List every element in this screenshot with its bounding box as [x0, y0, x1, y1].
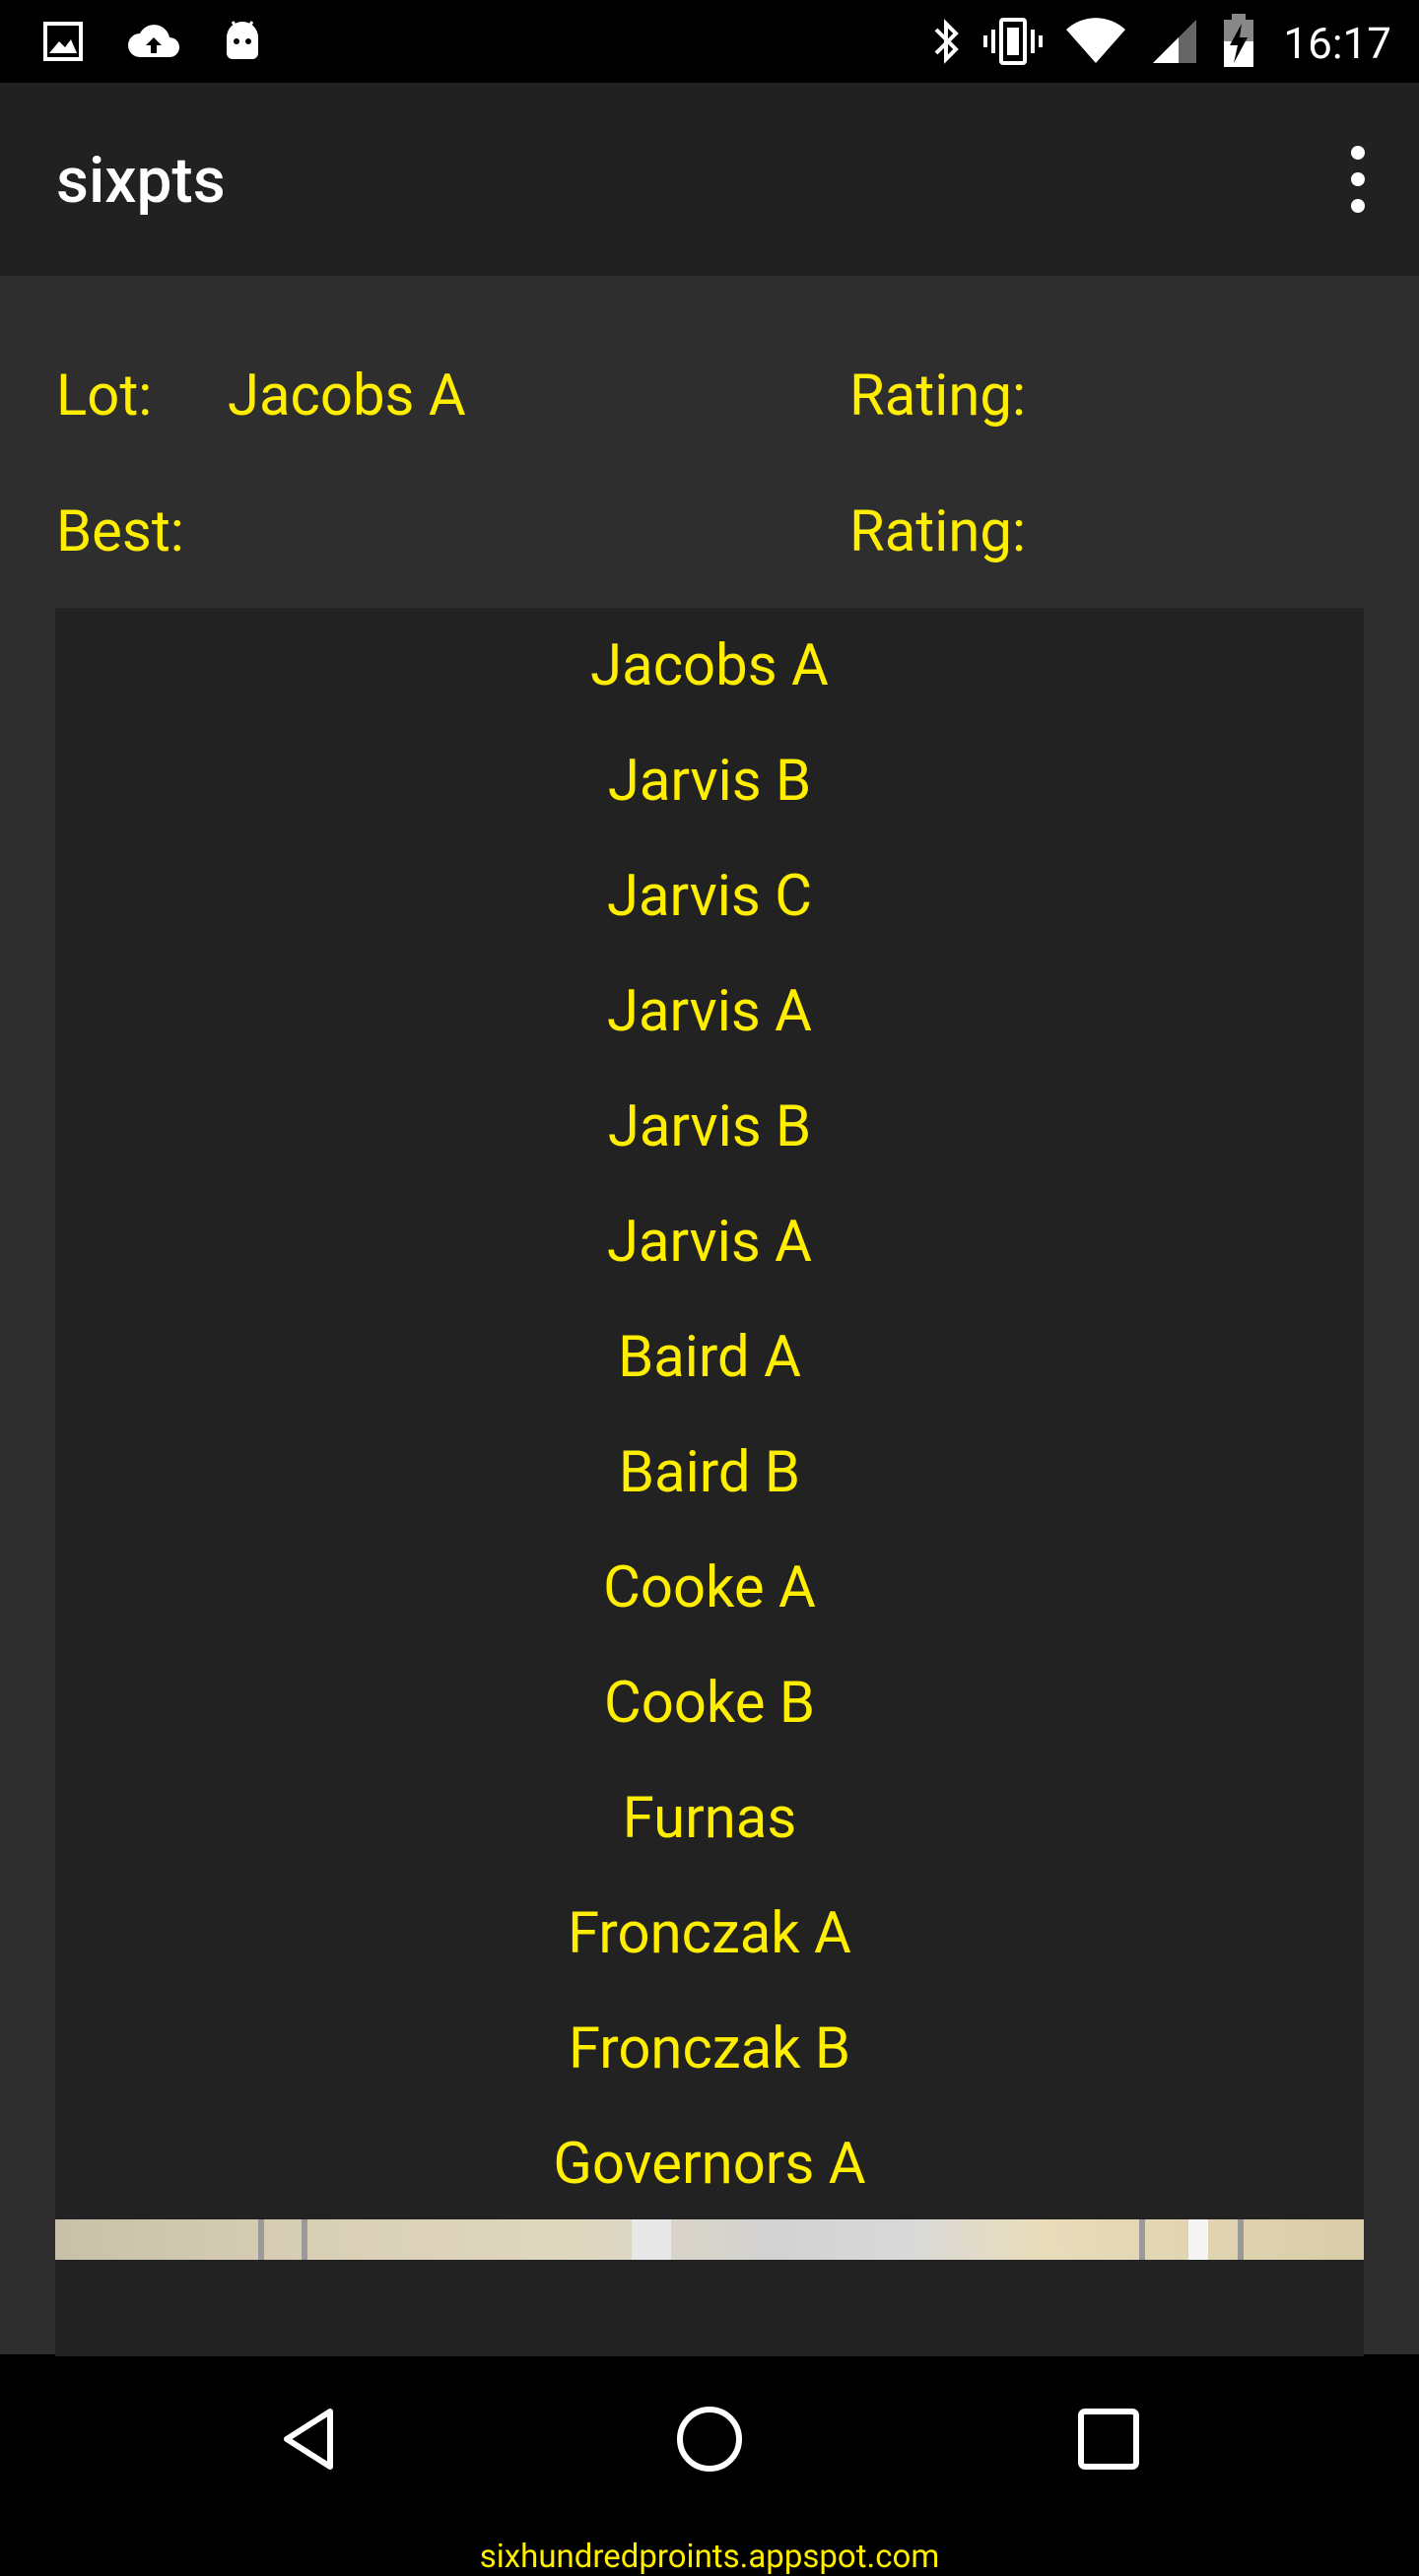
cell-signal-icon — [1149, 16, 1200, 71]
vibrate-icon — [983, 16, 1044, 71]
list-item[interactable]: Baird A — [55, 1299, 1364, 1415]
list-item[interactable]: Furnas — [55, 1760, 1364, 1876]
recents-icon[interactable] — [1069, 2400, 1148, 2478]
nav-bar — [0, 2356, 1419, 2522]
image-icon — [39, 18, 87, 69]
lot-label: Lot: — [56, 363, 153, 429]
best-rating-label: Rating: — [849, 498, 1027, 565]
list-item[interactable]: Jarvis A — [55, 954, 1364, 1069]
list-item[interactable]: Baird B — [55, 1415, 1364, 1530]
app-title: sixpts — [56, 144, 226, 218]
wifi-icon — [1064, 16, 1127, 71]
list-item[interactable]: Jarvis B — [55, 723, 1364, 838]
best-label: Best: — [56, 498, 184, 565]
battery-charging-icon — [1222, 14, 1255, 73]
list-item[interactable]: Governors A — [55, 2106, 1364, 2221]
map-view[interactable] — [55, 2219, 1364, 2260]
lot-row: Lot: Jacobs A Rating: — [56, 363, 1367, 441]
lot-list[interactable]: Jacobs A Jarvis B Jarvis C Jarvis A Jarv… — [55, 608, 1364, 2494]
lot-value: Jacobs A — [228, 363, 466, 429]
status-bar: 16:17 — [0, 0, 1419, 83]
back-icon[interactable] — [271, 2400, 350, 2478]
android-icon — [221, 18, 264, 69]
list-item[interactable]: Fronczak B — [55, 1991, 1364, 2106]
list-item[interactable]: Jarvis A — [55, 1184, 1364, 1299]
app-bar: sixpts — [0, 83, 1419, 276]
list-item[interactable]: Cooke A — [55, 1530, 1364, 1645]
main-content: Lot: Jacobs A Rating: Best: Rating: Jaco… — [0, 276, 1419, 2576]
home-icon[interactable] — [670, 2400, 749, 2478]
list-item[interactable]: Cooke B — [55, 1645, 1364, 1760]
status-time: 16:17 — [1283, 18, 1391, 69]
bluetooth-icon — [930, 16, 962, 71]
list-item[interactable]: Jarvis C — [55, 838, 1364, 954]
cloud-upload-icon — [124, 18, 183, 69]
list-item[interactable]: Jacobs A — [55, 608, 1364, 723]
best-row: Best: Rating: — [56, 498, 1367, 577]
footer-link[interactable]: sixhundredproints.appspot.com — [0, 2538, 1419, 2576]
lot-rating-label: Rating: — [849, 363, 1027, 429]
overflow-menu-icon[interactable] — [1336, 140, 1380, 219]
list-item[interactable]: Jarvis B — [55, 1069, 1364, 1184]
list-item[interactable]: Fronczak A — [55, 1876, 1364, 1991]
